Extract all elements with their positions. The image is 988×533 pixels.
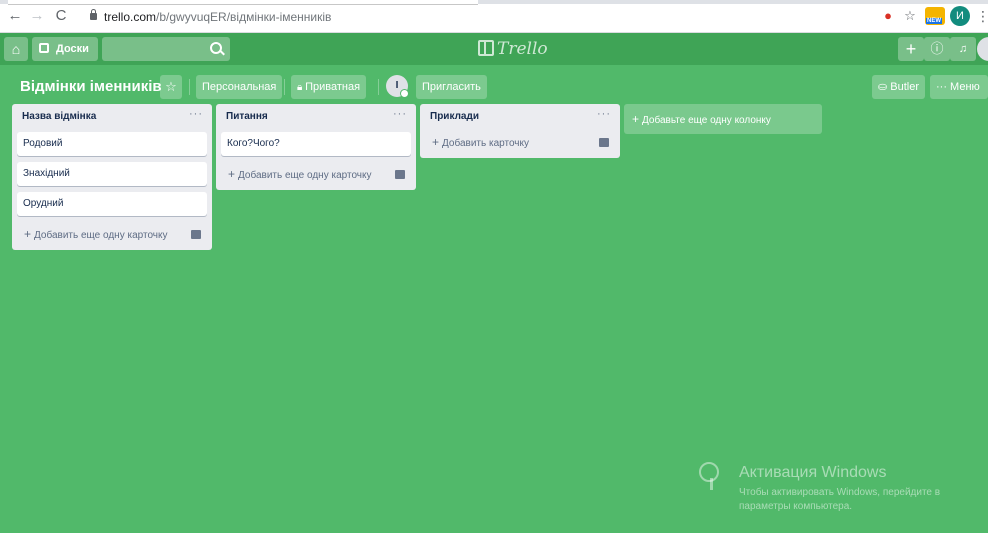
url-text: trello.com/b/gwyvuqER/відмінки-іменників bbox=[104, 7, 331, 27]
trello-app: ⌂ Доски Trello + ⓘ ♫ I Відмінки іменникі… bbox=[0, 33, 988, 533]
list-header: Назва відмінка ··· bbox=[17, 104, 207, 132]
extension-icon[interactable]: ● bbox=[880, 8, 896, 24]
list-menu-icon[interactable]: ··· bbox=[393, 108, 407, 120]
forward-button[interactable]: → bbox=[28, 7, 46, 25]
lock-icon: 🔒︎ bbox=[297, 82, 306, 93]
plus-icon: + bbox=[24, 227, 32, 241]
list-menu-icon[interactable]: ··· bbox=[189, 108, 203, 120]
logo-text: Trello bbox=[497, 39, 548, 59]
menu-label: Меню bbox=[950, 81, 980, 93]
trello-logo[interactable]: Trello bbox=[478, 38, 548, 60]
add-card-button[interactable]: + Добавить еще одну карточку bbox=[17, 222, 207, 246]
list-nazva-vidminka[interactable]: Назва відмінка ··· Родовий Знахідний Ору… bbox=[12, 104, 212, 250]
star-board-icon[interactable]: ☆ bbox=[160, 75, 182, 99]
search-icon bbox=[210, 42, 222, 54]
list-header: Приклади ··· bbox=[425, 104, 615, 132]
boards-icon bbox=[39, 43, 49, 53]
info-button[interactable]: ⓘ bbox=[924, 37, 950, 61]
butler-icon: ⛀ bbox=[878, 81, 891, 93]
board-header: Відмінки іменників ☆ Персональная 🔒︎ При… bbox=[0, 65, 988, 109]
bookmark-star-icon[interactable]: ☆ bbox=[902, 8, 918, 24]
trello-logo-icon bbox=[478, 40, 494, 56]
url-host: trello.com bbox=[104, 10, 157, 24]
url-path: /b/gwyvuqER/відмінки-іменників bbox=[156, 10, 332, 24]
member-badge bbox=[400, 89, 409, 98]
show-menu-button[interactable]: ··· Меню bbox=[930, 75, 988, 99]
watermark-title: Активация Windows bbox=[739, 464, 887, 481]
search-input[interactable] bbox=[102, 37, 230, 61]
add-card-button[interactable]: + Добавить карточку bbox=[425, 130, 615, 154]
top-header: ⌂ Доски Trello + ⓘ ♫ I bbox=[0, 33, 988, 65]
privacy-label: Приватная bbox=[305, 81, 361, 93]
divider bbox=[284, 79, 285, 95]
divider bbox=[189, 79, 190, 95]
windows-activation-watermark: Активация Windows Чтобы активировать Win… bbox=[697, 458, 987, 518]
more-dots-icon: ··· bbox=[936, 81, 951, 93]
list-menu-icon[interactable]: ··· bbox=[597, 108, 611, 120]
card-template-icon[interactable] bbox=[395, 170, 405, 179]
add-list-button[interactable]: + Добавьте еще одну колонку bbox=[624, 104, 822, 134]
browser-chrome: ← → C trello.com/b/gwyvuqER/відмінки-іме… bbox=[0, 0, 988, 33]
notifications-bell-icon[interactable]: ♫ bbox=[950, 37, 976, 61]
plus-icon: + bbox=[228, 167, 236, 181]
board-member-avatar[interactable]: I bbox=[386, 75, 409, 98]
divider bbox=[378, 79, 379, 95]
list-header: Питання ··· bbox=[221, 104, 411, 132]
boards-label: Доски bbox=[56, 43, 89, 55]
butler-button[interactable]: ⛀ Butler bbox=[872, 75, 926, 99]
privacy-button[interactable]: 🔒︎ Приватная bbox=[291, 75, 367, 99]
browser-menu-icon[interactable]: ⋮ bbox=[976, 6, 988, 26]
butler-label: Butler bbox=[890, 81, 920, 93]
member-initial: I bbox=[395, 80, 399, 91]
card-template-icon[interactable] bbox=[191, 230, 201, 239]
address-bar[interactable]: trello.com/b/gwyvuqER/відмінки-іменників bbox=[84, 7, 844, 27]
active-tab[interactable] bbox=[8, 0, 478, 5]
lock-icon bbox=[90, 9, 97, 20]
card[interactable]: Знахідний bbox=[17, 162, 207, 186]
reload-button[interactable]: C bbox=[52, 7, 70, 25]
add-list-label: Добавьте еще одну колонку bbox=[642, 115, 771, 126]
card-template-icon[interactable] bbox=[599, 138, 609, 147]
extension-new-icon[interactable]: NEW bbox=[925, 7, 945, 25]
profile-avatar[interactable]: И bbox=[950, 6, 970, 26]
plus-icon: + bbox=[432, 135, 440, 149]
list-title[interactable]: Приклади bbox=[430, 111, 479, 122]
add-card-button[interactable]: + Добавить еще одну карточку bbox=[221, 162, 411, 186]
card[interactable]: Родовий bbox=[17, 132, 207, 156]
plus-icon: + bbox=[632, 112, 640, 126]
card[interactable]: Кого?Чого? bbox=[221, 132, 411, 156]
add-card-label: Добавить карточку bbox=[442, 138, 529, 149]
new-badge: NEW bbox=[926, 18, 942, 24]
add-card-label: Добавить еще одну карточку bbox=[34, 230, 168, 241]
boards-button[interactable]: Доски bbox=[32, 37, 98, 61]
watermark-text: Чтобы активировать Windows, перейдите в … bbox=[739, 487, 941, 512]
list-title[interactable]: Питання bbox=[226, 111, 268, 122]
user-avatar[interactable]: I bbox=[977, 37, 988, 61]
key-icon bbox=[697, 462, 721, 490]
card[interactable]: Орудний bbox=[17, 192, 207, 216]
back-button[interactable]: ← bbox=[6, 7, 24, 25]
list-title[interactable]: Назва відмінка bbox=[22, 111, 96, 122]
tab-strip bbox=[0, 0, 988, 5]
team-visibility-button[interactable]: Персональная bbox=[196, 75, 283, 99]
add-card-label: Добавить еще одну карточку bbox=[238, 170, 372, 181]
home-icon[interactable]: ⌂ bbox=[4, 37, 28, 61]
invite-button[interactable]: Пригласить bbox=[416, 75, 487, 99]
board-title[interactable]: Відмінки іменників bbox=[20, 75, 162, 99]
list-pryklady[interactable]: Приклади ··· + Добавить карточку bbox=[420, 104, 620, 158]
list-pytannia[interactable]: Питання ··· Кого?Чого? + Добавить еще одн… bbox=[216, 104, 416, 190]
create-button[interactable]: + bbox=[898, 37, 924, 61]
